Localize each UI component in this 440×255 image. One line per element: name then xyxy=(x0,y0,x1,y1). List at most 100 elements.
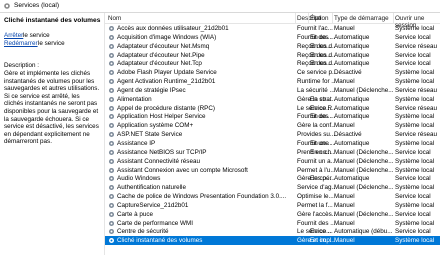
service-name-cell: Carte de performance WMI xyxy=(117,219,193,227)
column-header-startup[interactable]: Type de démarrage xyxy=(334,15,389,22)
table-row[interactable]: ASP.NET State Service Provides su... Désac… xyxy=(105,130,440,139)
description-header: Description : xyxy=(4,62,39,69)
service-description-cell: Service d'ag... xyxy=(297,184,335,192)
service-startup-cell: Manuel (Déclenche... xyxy=(334,210,393,218)
table-row[interactable]: Accès aux données utilisateur_21d2b01 Fou… xyxy=(105,24,440,33)
table-row[interactable]: Adobe Flash Player Update Service Ce serv… xyxy=(105,68,440,77)
table-row[interactable]: Application Host Helper Service Fournit d… xyxy=(105,112,440,121)
service-state-cell: En co... xyxy=(310,237,332,245)
service-logon-cell: Système local xyxy=(395,113,435,121)
service-gear-icon xyxy=(108,43,115,49)
table-row[interactable]: Agent Activation Runtime_21d2b01 Runtime … xyxy=(105,77,440,86)
service-name-cell: Cliché instantané des volumes xyxy=(117,237,203,245)
table-row[interactable]: Acquisition d'image Windows (WIA) Fournit… xyxy=(105,33,440,42)
service-logon-cell: Système local xyxy=(395,122,435,130)
table-row[interactable]: Carte de performance WMI Fournit des ... M… xyxy=(105,219,440,228)
service-startup-cell: Désactivé xyxy=(334,69,362,77)
title-bar: Services (local) xyxy=(0,0,440,13)
service-logon-cell: Service local xyxy=(395,193,431,201)
service-description-cell: Fournit un a... xyxy=(297,157,335,165)
service-logon-cell: Service local xyxy=(395,175,431,183)
service-logon-cell: Service local xyxy=(395,33,431,41)
table-row[interactable]: Alimentation Gère la strat... En co... Auto… xyxy=(105,95,440,104)
service-startup-cell: Automatique xyxy=(334,95,370,103)
service-description-cell: Fournit des ... xyxy=(297,219,335,227)
table-row[interactable]: CaptureService_21d2b01 Permet la f... Manu… xyxy=(105,201,440,210)
table-row[interactable]: Adaptateur d'écouteur Net.Tcp Reçoit des … xyxy=(105,59,440,68)
service-name-cell: Carte à puce xyxy=(117,210,154,218)
service-gear-icon xyxy=(108,229,115,235)
table-row[interactable]: Cache de police de Windows Presentation … xyxy=(105,192,440,201)
service-startup-cell: Manuel xyxy=(334,193,355,201)
service-gear-icon xyxy=(108,61,115,67)
service-description-cell: Gère l'accès... xyxy=(297,210,335,218)
service-description-cell: Gère la conf... xyxy=(297,122,335,130)
table-row[interactable]: Centre de sécurité Le service ... En co...… xyxy=(105,227,440,236)
service-startup-cell: Manuel (Déclenche... xyxy=(334,184,393,192)
service-gear-icon xyxy=(108,87,115,93)
table-row[interactable]: Assistant Connectivité réseau Fournit un … xyxy=(105,157,440,166)
column-divider[interactable] xyxy=(308,13,309,23)
service-gear-icon xyxy=(108,149,115,155)
service-logon-cell: Système local xyxy=(395,157,435,165)
service-logon-cell: Système local xyxy=(395,166,435,174)
service-gear-icon xyxy=(108,194,115,200)
restart-service-text: le service xyxy=(38,40,65,47)
table-row[interactable]: Authentification naturelle Service d'ag..… xyxy=(105,183,440,192)
service-logon-cell: Service local xyxy=(395,210,431,218)
service-name-cell: Authentification naturelle xyxy=(117,184,186,192)
service-startup-cell: Automatique xyxy=(334,33,370,41)
service-logon-cell: Système local xyxy=(395,139,435,147)
service-startup-cell: Manuel xyxy=(334,122,355,130)
service-state-cell: En co... xyxy=(310,33,332,41)
stop-service-text: le service xyxy=(23,32,50,39)
service-gear-icon xyxy=(108,140,115,146)
table-row[interactable]: Adaptateur d'écouteur Net.Msmq Reçoit des… xyxy=(105,42,440,51)
table-row[interactable]: Audio Windows Gère les pér... En co... Auto… xyxy=(105,174,440,183)
restart-service-link[interactable]: Redémarrer xyxy=(4,40,38,47)
service-logon-cell: Système local xyxy=(395,95,435,103)
table-row[interactable]: Application système COM+ Gère la conf... M… xyxy=(105,121,440,130)
service-gear-icon xyxy=(108,105,115,111)
service-name-cell: Adaptateur d'écouteur Net.Tcp xyxy=(117,60,202,68)
table-row[interactable]: Carte à puce Gère l'accès... Manuel (Décle… xyxy=(105,210,440,219)
table-row[interactable]: Agent de stratégie IPsec La sécurité ... M… xyxy=(105,86,440,95)
stop-service-link[interactable]: Arrêter xyxy=(4,32,23,39)
service-description-cell: Fournit l'ac... xyxy=(297,25,333,32)
service-name-cell: Adaptateur d'écouteur Net.Msmq xyxy=(117,42,210,50)
service-gear-icon xyxy=(108,202,115,208)
service-name-cell: Agent de stratégie IPsec xyxy=(117,86,186,94)
service-gear-icon xyxy=(108,123,115,129)
service-startup-cell: Automatique xyxy=(334,42,370,50)
service-state-cell: En co... xyxy=(310,175,332,183)
service-description-cell: Runtime for ... xyxy=(297,78,335,86)
service-gear-icon xyxy=(108,220,115,226)
service-name-cell: Accès aux données utilisateur_21d2b01 xyxy=(117,25,229,32)
service-logon-cell: Service local xyxy=(395,60,431,68)
service-state-cell: En co... xyxy=(310,60,332,68)
service-startup-cell: Manuel xyxy=(334,219,355,227)
service-name-cell: Appel de procédure distante (RPC) xyxy=(117,104,216,112)
service-logon-cell: Système local xyxy=(395,201,435,209)
services-table: Nom Description État Type de démarrage O… xyxy=(105,13,440,255)
table-row[interactable]: Assistant Connexion avec un compte Micro… xyxy=(105,166,440,175)
column-divider[interactable] xyxy=(332,13,333,23)
column-header-name[interactable]: Nom xyxy=(108,15,121,22)
service-startup-cell: Automatique xyxy=(334,104,370,112)
service-state-cell: En co... xyxy=(310,228,332,236)
table-row[interactable]: Cliché instantané des volumes Gère et imp… xyxy=(105,236,440,246)
service-gear-icon xyxy=(108,52,115,58)
service-name-cell: Acquisition d'image Windows (WIA) xyxy=(117,33,217,41)
service-logon-cell: Système local xyxy=(395,25,435,32)
table-row[interactable]: Appel de procédure distante (RPC) Le serv… xyxy=(105,104,440,113)
table-row[interactable]: Adaptateur d'écouteur Net.Pipe Reçoit des… xyxy=(105,51,440,60)
column-divider[interactable] xyxy=(393,13,394,23)
column-header-state[interactable]: État xyxy=(310,15,321,22)
service-startup-cell: Automatique xyxy=(334,51,370,59)
service-description-cell: Ce service p... xyxy=(297,69,335,77)
table-row[interactable]: Assistance IP Fournit une ... En co... Auto… xyxy=(105,139,440,148)
service-name-cell: CaptureService_21d2b01 xyxy=(117,201,189,209)
table-row[interactable]: Assistance NetBIOS sur TCP/IP Prend en ch… xyxy=(105,148,440,157)
column-divider[interactable] xyxy=(295,13,296,23)
service-startup-cell: Automatique xyxy=(334,139,370,147)
